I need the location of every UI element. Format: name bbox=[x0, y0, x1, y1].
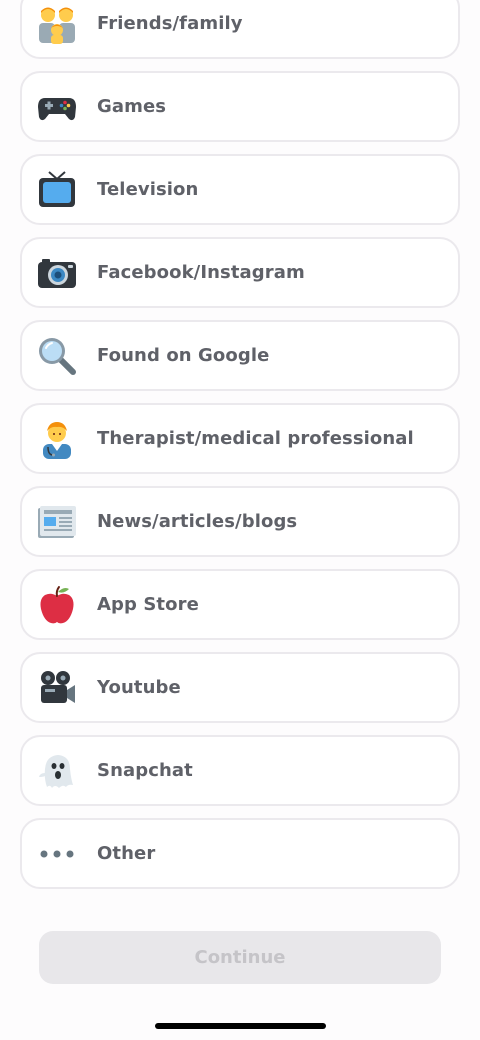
game-controller-icon bbox=[37, 87, 77, 127]
ghost-icon bbox=[37, 751, 77, 791]
option-news-articles-blogs[interactable]: News/articles/blogs bbox=[20, 486, 460, 557]
home-indicator bbox=[155, 1023, 326, 1029]
option-label: Youtube bbox=[97, 677, 181, 698]
camera-icon bbox=[37, 253, 77, 293]
continue-button[interactable]: Continue bbox=[39, 931, 441, 984]
referral-options-list: Friends/family Games Television Facebook… bbox=[20, 0, 460, 901]
option-label: Friends/family bbox=[97, 13, 243, 34]
option-games[interactable]: Games bbox=[20, 71, 460, 142]
option-label: Snapchat bbox=[97, 760, 193, 781]
television-icon bbox=[37, 170, 77, 210]
option-label: App Store bbox=[97, 594, 199, 615]
option-television[interactable]: Television bbox=[20, 154, 460, 225]
family-icon bbox=[37, 4, 77, 44]
option-label: Found on Google bbox=[97, 345, 270, 366]
option-youtube[interactable]: Youtube bbox=[20, 652, 460, 723]
option-label: Therapist/medical professional bbox=[97, 428, 414, 449]
option-snapchat[interactable]: Snapchat bbox=[20, 735, 460, 806]
option-label: Television bbox=[97, 179, 199, 200]
magnifying-glass-icon bbox=[37, 336, 77, 376]
health-worker-icon bbox=[37, 419, 77, 459]
option-facebook-instagram[interactable]: Facebook/Instagram bbox=[20, 237, 460, 308]
ellipsis-icon bbox=[37, 834, 77, 874]
option-label: Facebook/Instagram bbox=[97, 262, 305, 283]
red-apple-icon bbox=[37, 585, 77, 625]
option-label: News/articles/blogs bbox=[97, 511, 298, 532]
option-label: Other bbox=[97, 843, 156, 864]
option-label: Games bbox=[97, 96, 167, 117]
continue-button-label: Continue bbox=[194, 947, 286, 968]
movie-camera-icon bbox=[37, 668, 77, 708]
option-found-on-google[interactable]: Found on Google bbox=[20, 320, 460, 391]
option-app-store[interactable]: App Store bbox=[20, 569, 460, 640]
option-therapist-medical[interactable]: Therapist/medical professional bbox=[20, 403, 460, 474]
newspaper-icon bbox=[37, 502, 77, 542]
option-other[interactable]: Other bbox=[20, 818, 460, 889]
option-friends-family[interactable]: Friends/family bbox=[20, 0, 460, 59]
